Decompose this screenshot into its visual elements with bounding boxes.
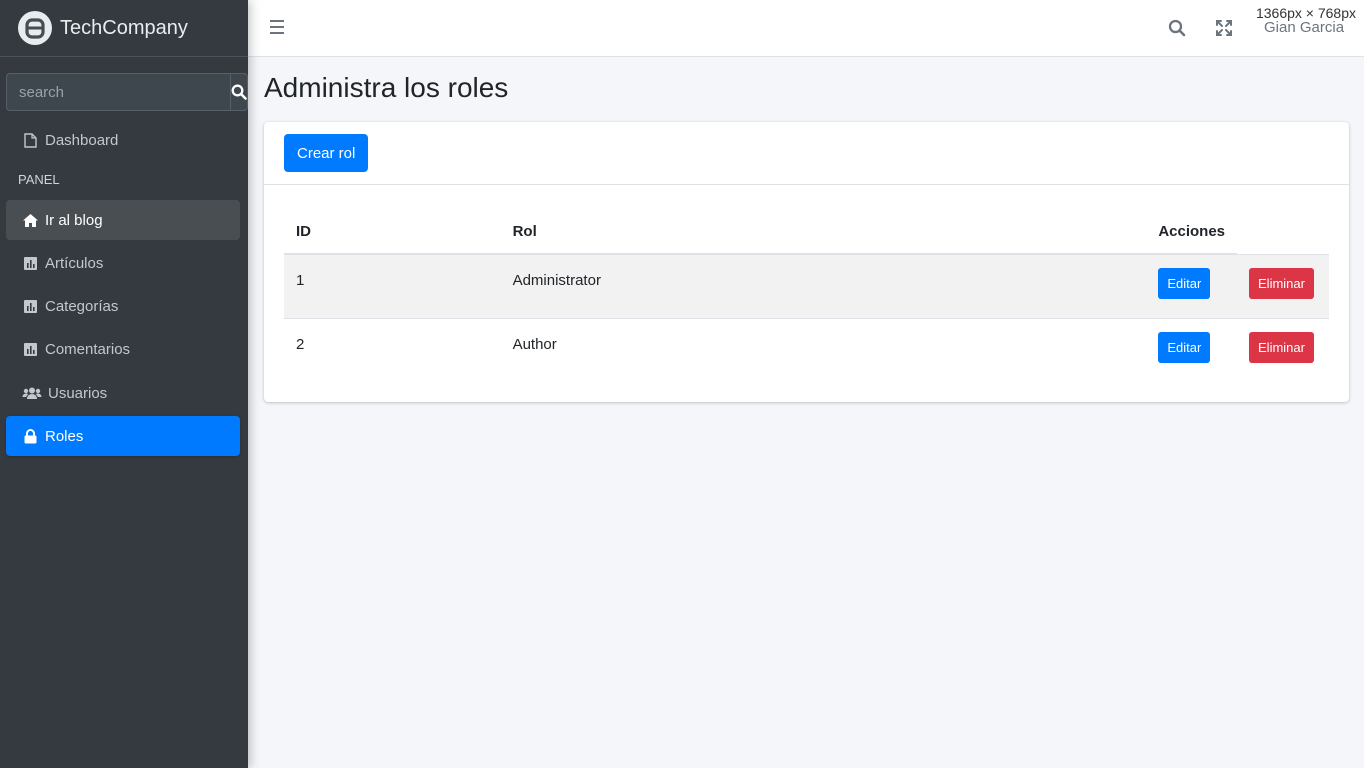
table-header-row: ID Rol Acciones xyxy=(284,210,1329,255)
edit-button[interactable]: Editar xyxy=(1158,331,1211,363)
roles-card: Crear rol ID Rol Acciones 1 Administrato… xyxy=(264,122,1349,402)
menu-toggle-icon[interactable] xyxy=(270,20,288,36)
cell-delete: Eliminar xyxy=(1237,253,1329,318)
edit-button[interactable]: Editar xyxy=(1158,268,1211,299)
page-title: Administra los roles xyxy=(264,72,509,103)
users-icon xyxy=(22,385,42,401)
fullscreen-icon[interactable] xyxy=(1215,19,1233,42)
sidebar-item-label: Ir al blog xyxy=(45,211,103,229)
sidebar-search-input[interactable] xyxy=(6,73,230,111)
sidebar-item-usuarios[interactable]: Usuarios xyxy=(6,373,240,413)
search-icon xyxy=(231,84,247,100)
sidebar-item-categorias[interactable]: Categorías xyxy=(6,286,240,326)
cell-role: Administrator xyxy=(500,253,1147,318)
sidebar-search-button[interactable] xyxy=(230,73,248,111)
create-role-button[interactable]: Crear rol xyxy=(284,134,369,172)
sidebar-item-label: Artículos xyxy=(45,254,104,272)
sidebar-item-label: Roles xyxy=(45,427,84,445)
chart-bar-icon xyxy=(22,255,39,271)
sidebar-item-label: Usuarios xyxy=(48,384,108,402)
top-navbar: Gian Garcia xyxy=(248,0,1364,57)
sidebar-search xyxy=(6,73,248,111)
navbar-search-icon[interactable] xyxy=(1168,19,1186,42)
file-icon xyxy=(22,132,39,148)
sidebar-item-articulos[interactable]: Artículos xyxy=(6,243,240,283)
sidebar: TechCompany Dashboard PANEL Ir al blog A… xyxy=(0,0,248,768)
sidebar-item-dashboard[interactable]: Dashboard xyxy=(6,120,240,160)
chart-bar-icon xyxy=(22,341,39,357)
delete-button[interactable]: Eliminar xyxy=(1249,331,1314,363)
cell-delete: Eliminar xyxy=(1237,317,1329,382)
cell-edit: Editar xyxy=(1146,253,1238,318)
column-header-empty xyxy=(1237,210,1329,254)
table-row: 1 Administrator Editar Eliminar xyxy=(284,253,1329,318)
screen-dimensions-label: 1366px × 768px xyxy=(1253,5,1358,21)
home-icon xyxy=(22,212,39,228)
sidebar-item-ir-al-blog[interactable]: Ir al blog xyxy=(6,200,240,240)
card-header: Crear rol xyxy=(264,122,1349,185)
cell-role: Author xyxy=(500,317,1147,382)
sidebar-item-label: Comentarios xyxy=(45,340,131,358)
table-row: 2 Author Editar Eliminar xyxy=(284,317,1329,382)
sidebar-item-label: Categorías xyxy=(45,297,119,315)
roles-table: ID Rol Acciones 1 Administrator Editar E… xyxy=(284,210,1329,382)
column-header-id: ID xyxy=(284,210,501,255)
user-name[interactable]: Gian Garcia xyxy=(1264,19,1344,36)
brand-name: TechCompany xyxy=(60,16,188,39)
column-header-actions: Acciones xyxy=(1146,210,1238,255)
cell-edit: Editar xyxy=(1146,317,1238,382)
cell-id: 2 xyxy=(284,317,501,382)
chart-bar-icon xyxy=(22,298,39,314)
sidebar-item-roles[interactable]: Roles xyxy=(6,416,240,456)
brand-link[interactable]: TechCompany xyxy=(0,0,248,57)
sidebar-item-label: Dashboard xyxy=(45,131,119,149)
brand-logo-icon xyxy=(18,11,52,45)
sidebar-item-comentarios[interactable]: Comentarios xyxy=(6,329,240,369)
cell-id: 1 xyxy=(284,253,501,318)
column-header-role: Rol xyxy=(500,210,1147,255)
sidebar-section-header: PANEL xyxy=(18,172,60,187)
lock-icon xyxy=(22,428,39,444)
delete-button[interactable]: Eliminar xyxy=(1249,267,1314,299)
